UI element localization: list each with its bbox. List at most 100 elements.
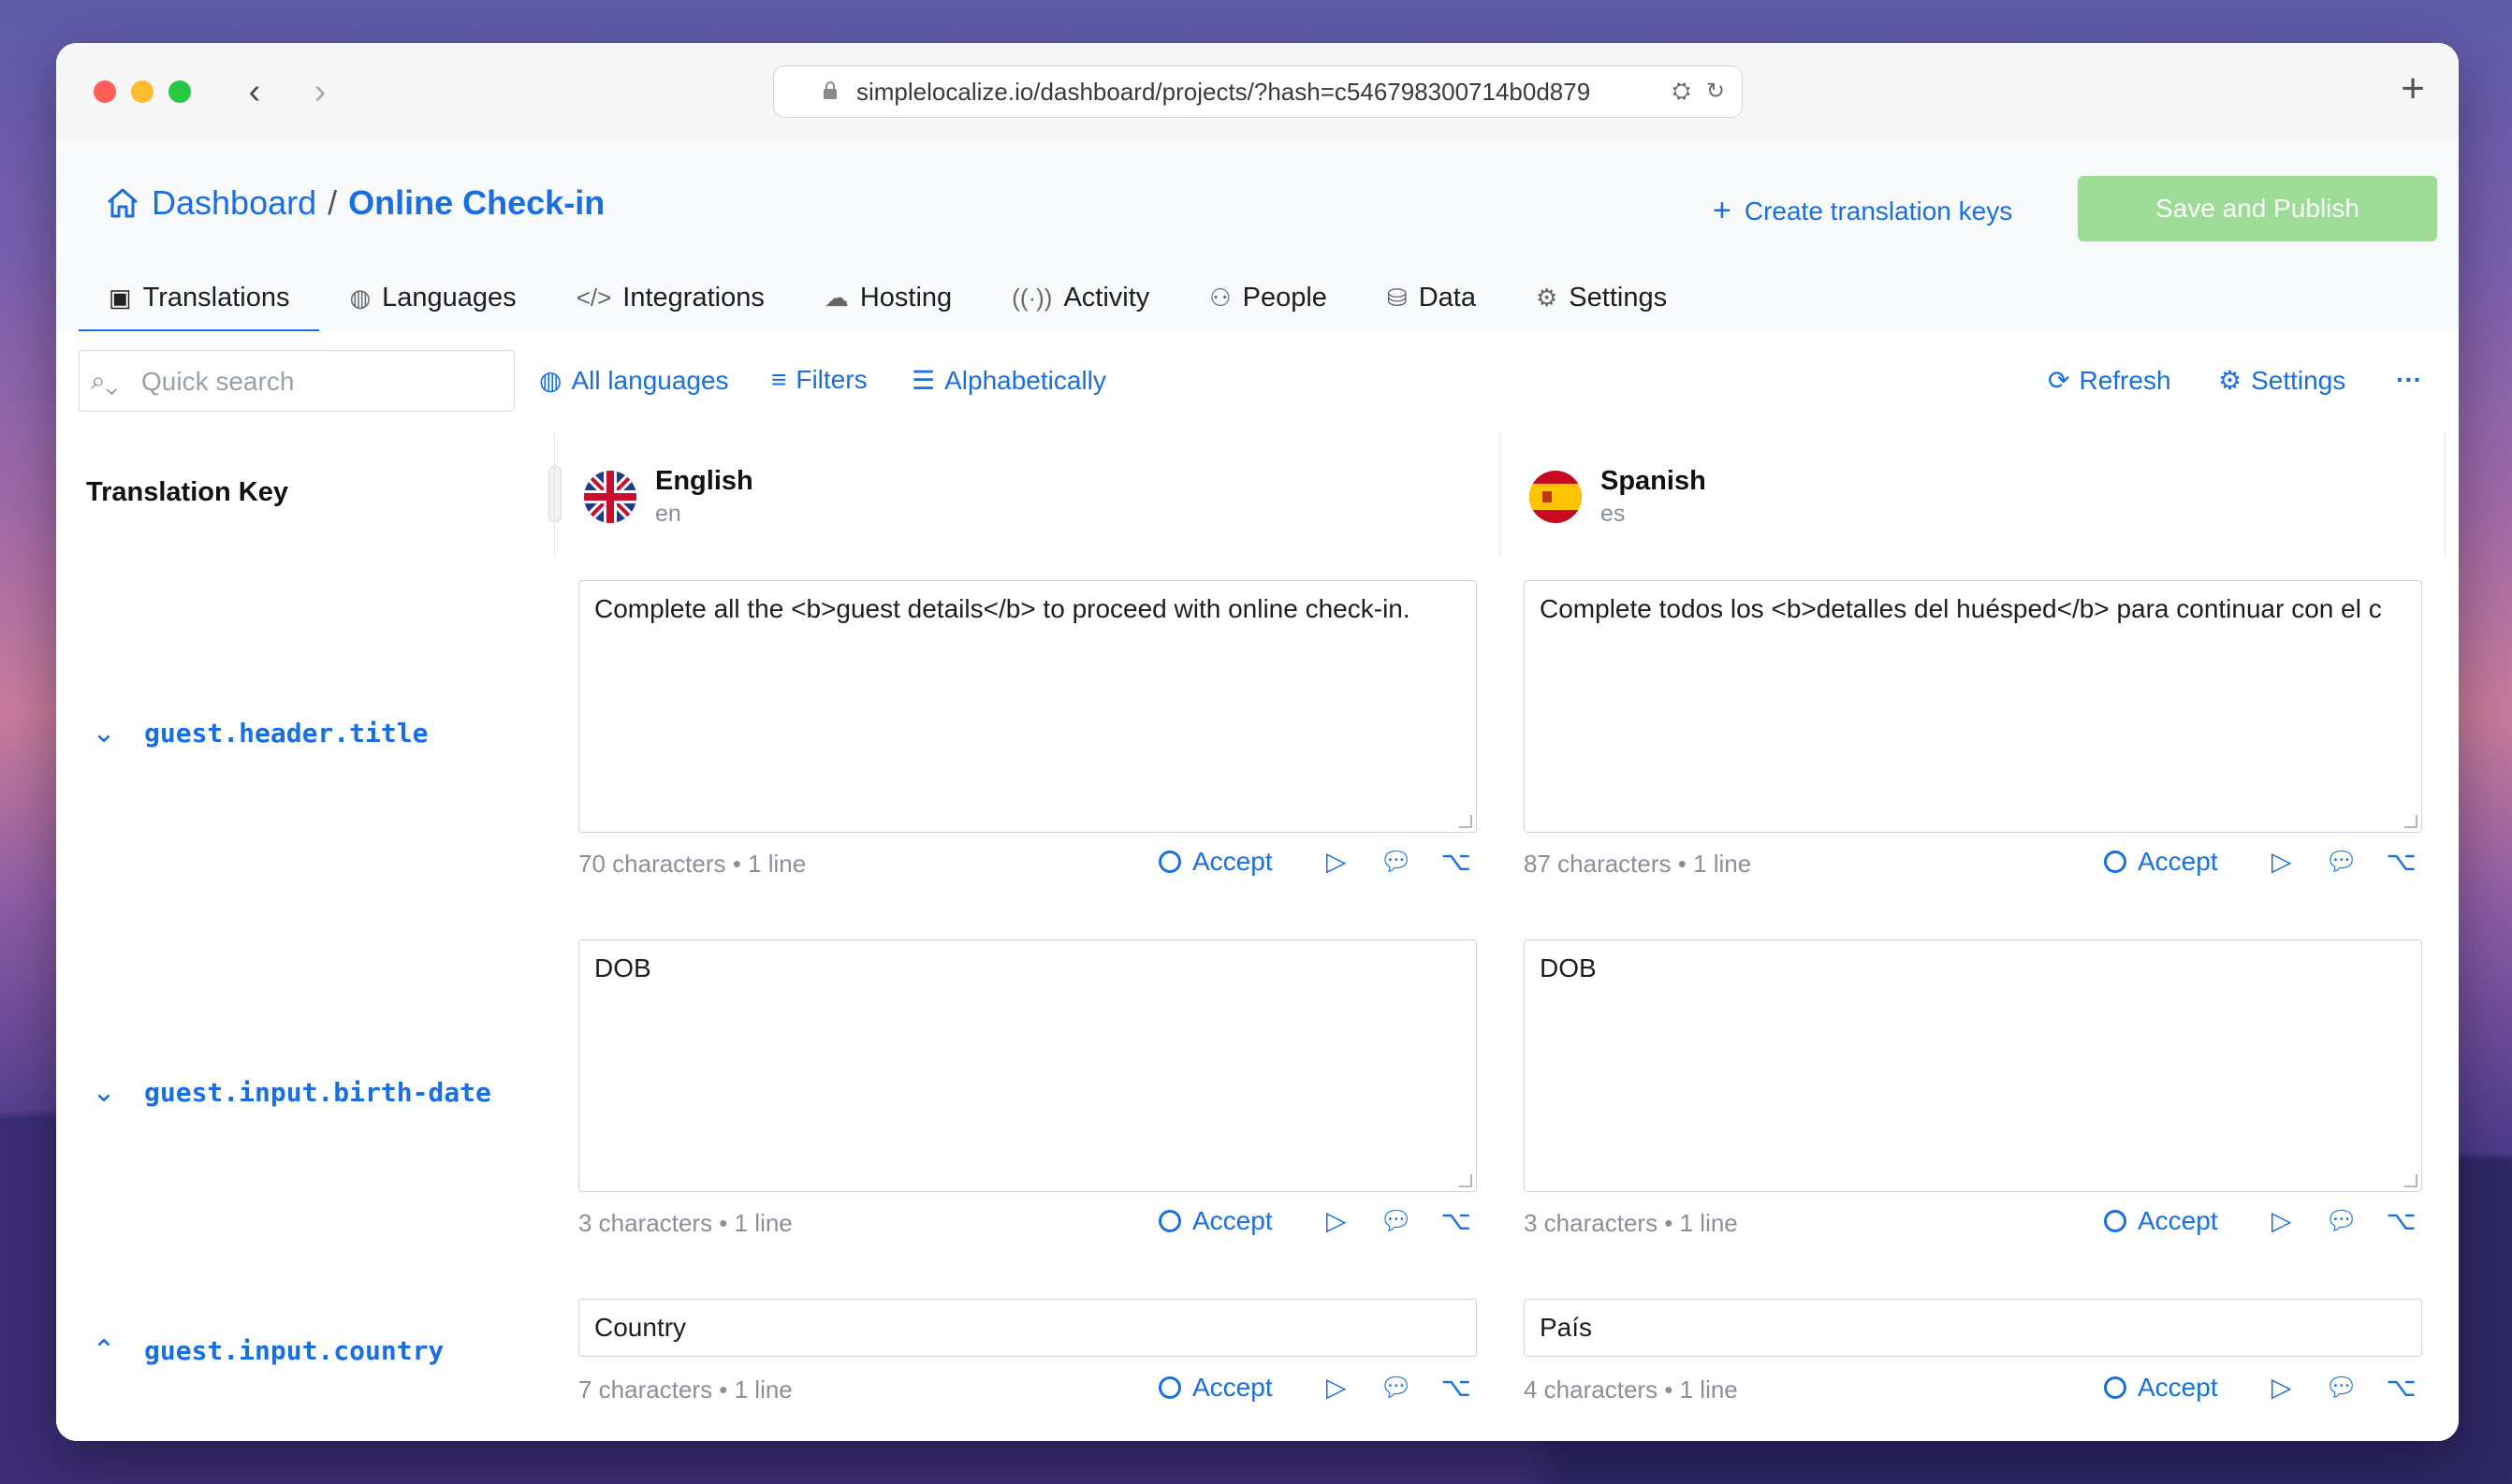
gear-icon: ⚙ [2218, 366, 2242, 395]
quick-search-input[interactable] [139, 351, 508, 413]
tab-hosting-label: Hosting [859, 282, 953, 313]
tab-settings-label: Settings [1569, 282, 1668, 313]
view-settings-label: Settings [2251, 365, 2346, 395]
reload-icon[interactable]: ↻ [1706, 79, 1725, 104]
maximize-window-button[interactable] [168, 80, 191, 103]
tab-translations[interactable]: ▣ Translations [79, 266, 320, 333]
play-icon[interactable]: ▷ [2252, 1205, 2312, 1236]
play-icon[interactable]: ▷ [2252, 846, 2312, 877]
sort-button[interactable]: ☰ Alphabetically [912, 365, 1106, 396]
accept-button[interactable]: Accept [1159, 847, 1273, 877]
code-icon: </> [576, 283, 612, 312]
translation-textarea-en[interactable]: DOB [578, 939, 1477, 1192]
play-icon[interactable]: ▷ [1307, 846, 1366, 877]
language-name: Spanish [1600, 466, 1706, 496]
accept-button[interactable]: Accept [2104, 1206, 2218, 1236]
filters-label: Filters [796, 365, 868, 394]
close-window-button[interactable] [94, 80, 116, 103]
option-icon[interactable]: ⌥ [1426, 1372, 1486, 1403]
table-row: ⌄ guest.header.title Complete all the <b… [56, 558, 2459, 918]
breadcrumb-current-project[interactable]: Online Check-in [348, 183, 605, 223]
comment-icon[interactable]: 💬︎ [2312, 1372, 2372, 1403]
accept-label: Accept [1192, 1205, 1273, 1235]
search-icon[interactable]: ⌕⌄ [91, 366, 118, 397]
more-options-icon[interactable]: ··· [2396, 365, 2422, 395]
option-icon[interactable]: ⌥ [1426, 1205, 1486, 1236]
tab-people[interactable]: ⚇ People [1179, 266, 1357, 329]
save-and-publish-button[interactable]: Save and Publish [2078, 176, 2437, 241]
comment-icon[interactable]: 💬︎ [1366, 846, 1426, 877]
option-icon[interactable]: ⌥ [2372, 1372, 2432, 1403]
url-text: simplelocalize.io/dashboard/projects/?ha… [856, 78, 1591, 106]
tab-hosting[interactable]: ☁ Hosting [795, 266, 982, 329]
accept-button[interactable]: Accept [2104, 1373, 2218, 1403]
language-column-spanish: Spanish es [1529, 466, 1706, 528]
resize-grip-icon[interactable] [2404, 815, 2417, 828]
accept-button[interactable]: Accept [1159, 1373, 1273, 1403]
uk-flag-icon [584, 471, 636, 523]
filters-button[interactable]: ≡ Filters [771, 365, 868, 395]
option-icon[interactable]: ⌥ [2372, 1205, 2432, 1236]
chevron-up-icon[interactable]: ⌃ [90, 1334, 118, 1367]
create-translation-keys-button[interactable]: + Create translation keys [1713, 193, 2012, 229]
app-header: Dashboard / Online Check-in + Create tra… [56, 140, 2459, 333]
translation-textarea-es[interactable]: Complete todos los <b>detalles del huésp… [1524, 580, 2422, 833]
option-icon[interactable]: ⌥ [2372, 846, 2432, 877]
comment-icon[interactable]: 💬︎ [2312, 846, 2372, 877]
translation-text: DOB [1540, 953, 1597, 982]
resize-grip-icon[interactable] [2404, 1174, 2417, 1187]
minimize-window-button[interactable] [131, 80, 153, 103]
play-icon[interactable]: ▷ [2252, 1372, 2312, 1403]
tab-integrations[interactable]: </> Integrations [547, 266, 795, 329]
new-tab-icon[interactable]: + [2401, 65, 2425, 112]
tab-languages[interactable]: ◍ Languages [319, 266, 546, 329]
address-bar[interactable]: simplelocalize.io/dashboard/projects/?ha… [773, 65, 1743, 118]
all-languages-button[interactable]: ◍ All languages [539, 365, 729, 396]
tab-activity-label: Activity [1063, 282, 1150, 313]
play-icon[interactable]: ▷ [1307, 1372, 1366, 1403]
comment-icon[interactable]: 💬︎ [1366, 1372, 1426, 1403]
tab-activity[interactable]: ((·)) Activity [982, 266, 1179, 329]
tab-data[interactable]: ⛁ Data [1357, 266, 1506, 329]
play-icon[interactable]: ▷ [1307, 1205, 1366, 1236]
translation-key-name[interactable]: guest.header.title [144, 718, 428, 749]
translation-textarea-en[interactable]: Complete all the <b>guest details</b> to… [578, 580, 1477, 833]
tab-translations-label: Translations [142, 282, 290, 313]
translation-key-name[interactable]: guest.input.birth-date [144, 1077, 491, 1108]
spain-flag-icon [1529, 471, 1582, 523]
translation-text: Complete all the <b>guest details</b> to… [594, 594, 1410, 623]
character-count: 3 characters • 1 line [1524, 1209, 1738, 1237]
lock-icon [824, 81, 837, 99]
resize-grip-icon[interactable] [1459, 815, 1472, 828]
language-code: en [655, 501, 681, 527]
accept-button[interactable]: Accept [1159, 1206, 1273, 1236]
sort-label: Alphabetically [944, 365, 1106, 395]
translation-input-en[interactable]: Country [578, 1299, 1477, 1357]
resize-grip-icon[interactable] [1459, 1174, 1472, 1187]
comment-icon[interactable]: 💬︎ [1366, 1205, 1426, 1236]
translate-page-icon[interactable]: ⛭ [1672, 79, 1690, 104]
language-name: English [655, 466, 753, 496]
chevron-down-icon[interactable]: ⌄ [90, 717, 118, 749]
tab-settings[interactable]: ⚙ Settings [1506, 266, 1697, 329]
circle-icon [2104, 1375, 2126, 1399]
refresh-button[interactable]: ⟳ Refresh [2048, 365, 2171, 396]
forward-arrow-icon[interactable]: › [301, 71, 339, 112]
back-arrow-icon[interactable]: ‹ [236, 71, 273, 112]
accept-button[interactable]: Accept [2104, 847, 2218, 877]
comment-icon[interactable]: 💬︎ [2312, 1205, 2372, 1236]
translation-text: Complete todos los <b>detalles del huésp… [1540, 594, 2382, 623]
column-resize-handle[interactable] [548, 466, 562, 522]
chevron-down-icon[interactable]: ⌄ [90, 1076, 118, 1109]
character-count: 7 characters • 1 line [578, 1375, 793, 1404]
view-settings-button[interactable]: ⚙ Settings [2218, 365, 2345, 396]
translation-input-es[interactable]: País [1524, 1299, 2422, 1357]
option-icon[interactable]: ⌥ [1426, 846, 1486, 877]
sort-icon: ☰ [912, 366, 936, 395]
translation-key-name[interactable]: guest.input.country [144, 1335, 444, 1366]
translation-text: Country [594, 1313, 687, 1342]
breadcrumb-dashboard-link[interactable]: Dashboard [152, 183, 316, 223]
translation-text: País [1540, 1313, 1593, 1342]
home-icon[interactable] [105, 186, 140, 220]
translation-textarea-es[interactable]: DOB [1524, 939, 2422, 1192]
